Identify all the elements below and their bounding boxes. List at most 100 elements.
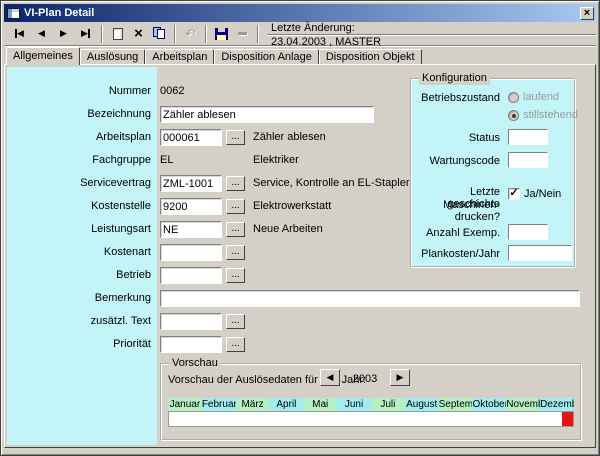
- field-zusaetzl-text: zusätzl. Text ...: [5, 313, 595, 331]
- betrieb-input[interactable]: [160, 267, 222, 284]
- status-label: Status: [412, 132, 500, 145]
- minus-icon: [238, 32, 247, 35]
- next-record-button[interactable]: ▶: [53, 24, 74, 44]
- radio-stillstehend-icon: [508, 110, 519, 121]
- kostenart-label: Kostenart: [5, 244, 151, 261]
- month-header-cell: März: [236, 398, 270, 411]
- kostenstelle-desc: Elektrowerkstatt: [253, 198, 331, 215]
- vi-plan-detail-window: VI-Plan Detail × ◀ ◀ ▶ ▶ × ↶ Letzte Ände…: [0, 0, 600, 456]
- last-change-block: Letzte Änderung: 23.04.2003 , MASTER: [267, 22, 596, 45]
- konfiguration-title: Konfiguration: [419, 72, 490, 85]
- field-betrieb: Betrieb ...: [5, 267, 595, 285]
- month-header-cell: April: [269, 398, 303, 411]
- tab-page-allgemeines: Nummer 0062 Bezeichnung Arbeitsplan ... …: [4, 64, 596, 448]
- save-icon: [215, 28, 228, 40]
- record-nav-group: ◀ ◀ ▶ ▶: [9, 24, 97, 44]
- previous-record-icon: ◀: [38, 29, 45, 38]
- zusaetzl-text-label: zusätzl. Text: [5, 313, 151, 330]
- year-value: 2003: [344, 373, 386, 385]
- zusaetzl-text-browse-button[interactable]: ...: [226, 314, 245, 329]
- month-header-cell: Februar: [202, 398, 236, 411]
- radio-laufend[interactable]: laufend: [508, 91, 559, 103]
- year-next-button[interactable]: ▶: [390, 369, 410, 386]
- year-prev-button[interactable]: ◀: [320, 369, 340, 386]
- radio-stillstehend[interactable]: stillstehend: [508, 109, 578, 121]
- leistungsart-label: Leistungsart: [5, 221, 151, 238]
- copy-icon: [153, 27, 166, 40]
- app-icon: [7, 8, 20, 19]
- leistungsart-browse-button[interactable]: ...: [226, 222, 245, 237]
- fachgruppe-desc: Elektriker: [253, 152, 299, 169]
- month-header-cell: Septemb.: [439, 398, 473, 411]
- status-input[interactable]: [508, 129, 548, 145]
- maschinengeschichte-label-line2: geschichte drucken?: [412, 198, 500, 224]
- toolbar-separator: [174, 25, 176, 43]
- tab-disposition-anlage[interactable]: Disposition Anlage: [214, 49, 319, 64]
- checkbox-ja-nein[interactable]: ✓ Ja/Nein: [508, 188, 561, 200]
- kostenart-browse-button[interactable]: ...: [226, 245, 245, 260]
- plankosten-label: Plankosten/Jahr: [412, 248, 500, 261]
- prioritaet-input[interactable]: [160, 336, 222, 353]
- titlebar: VI-Plan Detail ×: [4, 4, 596, 22]
- field-bemerkung: Bemerkung: [5, 290, 595, 308]
- servicevertrag-browse-button[interactable]: ...: [226, 176, 245, 191]
- bezeichnung-input[interactable]: [160, 106, 374, 123]
- previous-record-button[interactable]: ◀: [31, 24, 52, 44]
- kostenart-input[interactable]: [160, 244, 222, 261]
- month-header-cell: Dezemb.: [540, 398, 574, 411]
- chevron-right-icon: ▶: [397, 372, 404, 383]
- bezeichnung-label: Bezeichnung: [5, 106, 151, 123]
- kostenstelle-input[interactable]: [160, 198, 222, 215]
- timeline-marker: [562, 412, 573, 426]
- arbeitsplan-label: Arbeitsplan: [5, 129, 151, 146]
- leistungsart-input[interactable]: [160, 221, 222, 238]
- anzahl-exemp-input[interactable]: [508, 224, 548, 240]
- tab-disposition-objekt[interactable]: Disposition Objekt: [319, 49, 422, 64]
- minus-button[interactable]: [232, 24, 253, 44]
- last-record-icon: [88, 29, 90, 38]
- prioritaet-browse-button[interactable]: ...: [226, 337, 245, 352]
- first-record-button[interactable]: ◀: [9, 24, 30, 44]
- last-change-label: Letzte Änderung:: [267, 22, 596, 34]
- arbeitsplan-browse-button[interactable]: ...: [226, 130, 245, 145]
- nummer-value: 0062: [160, 83, 184, 100]
- toolbar-separator: [101, 25, 103, 43]
- tab-allgemeines[interactable]: Allgemeines: [6, 47, 80, 65]
- tab-ausloesung[interactable]: Auslösung: [80, 49, 145, 64]
- servicevertrag-desc: Service, Kontrolle an EL-Stapler: [253, 175, 410, 192]
- kostenstelle-browse-button[interactable]: ...: [226, 199, 245, 214]
- wartungscode-input[interactable]: [508, 152, 548, 168]
- last-record-button[interactable]: ▶: [75, 24, 96, 44]
- tab-arbeitsplan[interactable]: Arbeitsplan: [145, 49, 214, 64]
- servicevertrag-label: Servicevertrag: [5, 175, 151, 192]
- month-header-cell: August: [405, 398, 439, 411]
- toolbar-separator: [205, 25, 207, 43]
- close-icon: ×: [584, 8, 590, 19]
- zusaetzl-text-input[interactable]: [160, 313, 222, 330]
- fachgruppe-value: EL: [160, 152, 173, 169]
- toolbar: ◀ ◀ ▶ ▶ × ↶ Letzte Änderung: 23.04.2003 …: [4, 22, 596, 46]
- toolbar-separator: [257, 25, 259, 43]
- copy-record-button[interactable]: [149, 24, 170, 44]
- vorschau-groupbox: Vorschau Vorschau der Auslösedaten für d…: [160, 363, 582, 441]
- betrieb-label: Betrieb: [5, 267, 151, 284]
- checkbox-icon: ✓: [508, 188, 520, 200]
- undo-icon: ↶: [185, 27, 196, 40]
- plankosten-input[interactable]: [508, 245, 572, 261]
- radio-laufend-icon: [508, 92, 519, 103]
- betrieb-browse-button[interactable]: ...: [226, 268, 245, 283]
- timeline-bar: [168, 411, 574, 427]
- betriebszustand-label: Betriebszustand: [412, 92, 500, 105]
- bemerkung-input[interactable]: [160, 290, 580, 307]
- new-record-button[interactable]: [107, 24, 128, 44]
- nummer-label: Nummer: [5, 83, 151, 100]
- close-button[interactable]: ×: [580, 7, 594, 20]
- month-header-cell: Januar: [168, 398, 202, 411]
- servicevertrag-input[interactable]: [160, 175, 222, 192]
- save-button[interactable]: [211, 24, 232, 44]
- prioritaet-label: Priorität: [5, 336, 151, 353]
- vorschau-title: Vorschau: [169, 357, 221, 370]
- arbeitsplan-input[interactable]: [160, 129, 222, 146]
- undo-button[interactable]: ↶: [180, 24, 201, 44]
- delete-record-button[interactable]: ×: [128, 24, 149, 44]
